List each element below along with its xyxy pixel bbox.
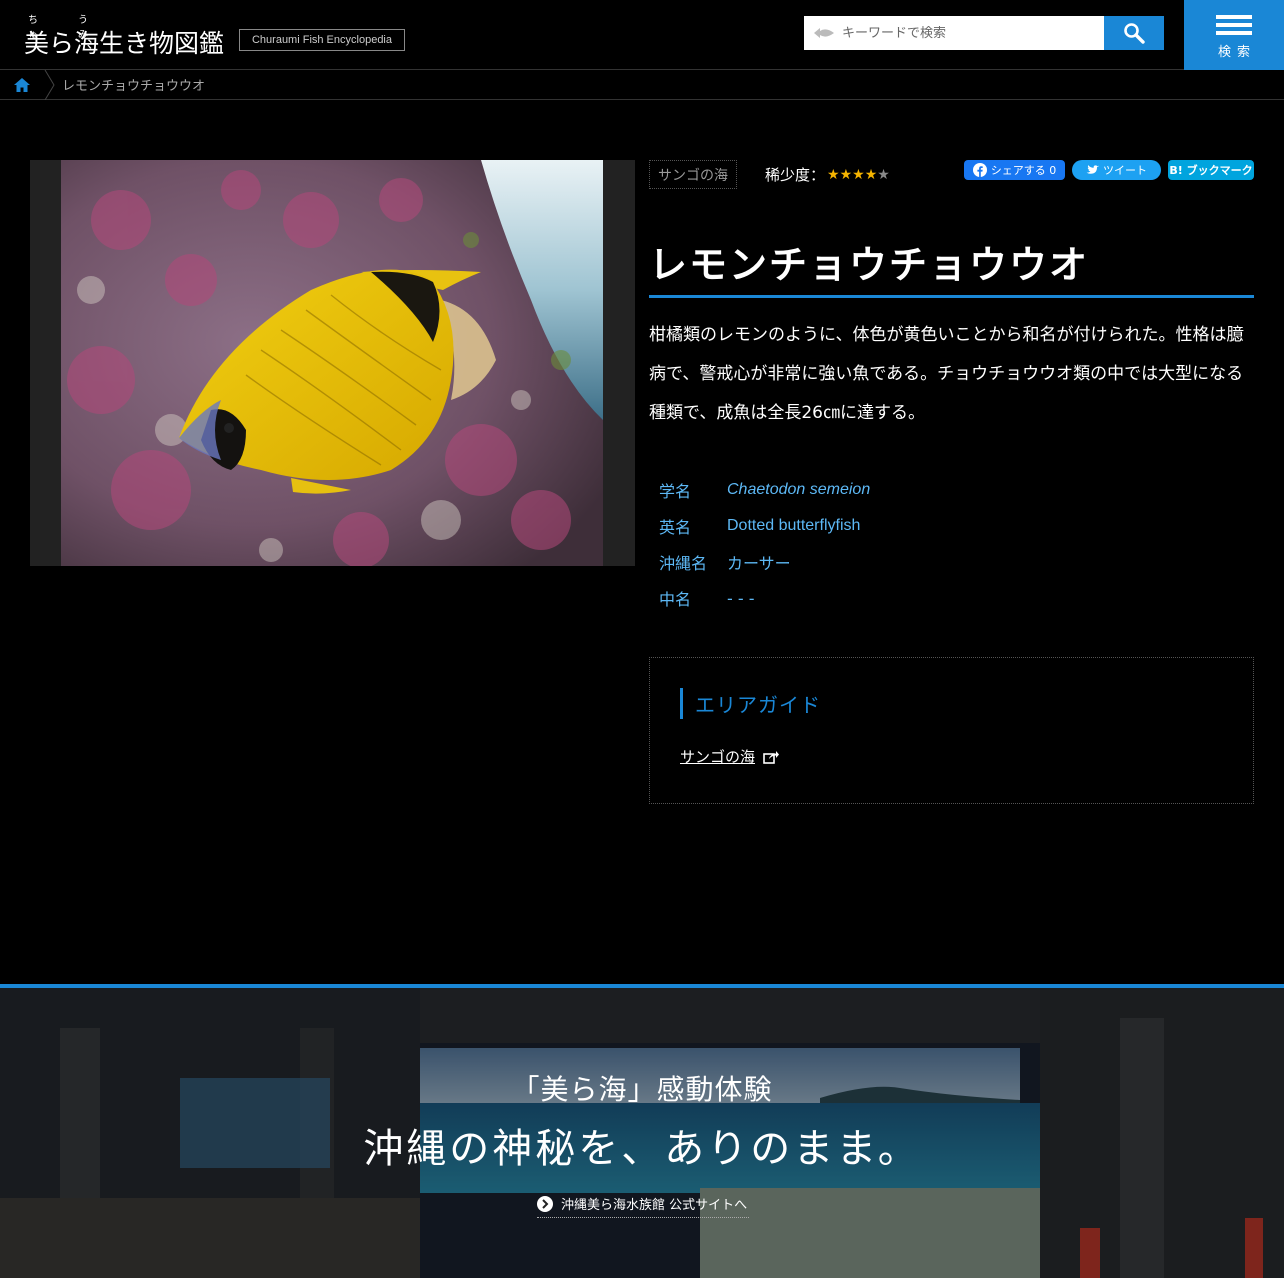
facebook-share-button[interactable]: シェアする 0 (964, 160, 1065, 180)
logo-title: 美ら海生き物図鑑 (24, 29, 225, 58)
twitter-bird-icon (1086, 164, 1099, 174)
area-guide-title: エリアガイド (680, 688, 821, 719)
area-guide: エリアガイド サンゴの海 (649, 657, 1254, 804)
area-guide-link[interactable]: サンゴの海 (680, 746, 780, 767)
name-row-scientific: 学名 Chaetodon semeion (659, 472, 870, 508)
name-label: 英名 (659, 518, 692, 537)
site-header: ちゅ うみ 美ら海生き物図鑑 Churaumi Fish Encyclopedi… (0, 0, 1284, 70)
rarity-stars: ★★★★★ (827, 167, 890, 183)
star-filled-icon: ★ (852, 166, 865, 183)
home-icon (14, 77, 30, 92)
breadcrumb-home[interactable] (0, 70, 44, 100)
search-icon (1124, 23, 1145, 44)
rarity-rating: 稀少度： ★★★★★ (765, 160, 890, 189)
habitat-tag[interactable]: サンゴの海 (649, 160, 737, 189)
english-name: Dotted butterflyfish (727, 517, 861, 534)
breadcrumb-current: レモンチョウチョウウオ (62, 79, 206, 94)
species-photo-frame (30, 160, 635, 566)
species-title: レモンチョウチョウウオ (649, 234, 1254, 298)
external-link-icon (763, 750, 780, 764)
breadcrumb: レモンチョウチョウウオ (0, 69, 1284, 100)
hamburger-icon (1216, 11, 1252, 39)
species-photo (61, 160, 603, 566)
tweet-button[interactable]: ツイート (1072, 160, 1161, 180)
scientific-name: Chaetodon semeion (727, 481, 871, 498)
chinese-name: - - - (727, 588, 755, 608)
menu-button[interactable]: 検索 (1184, 0, 1284, 70)
aquarium-banner: 「美ら海」感動体験 沖縄の神秘を、ありのまま。 沖縄美ら海水族館 公式サイトへ (0, 984, 1284, 1278)
search-input[interactable] (842, 25, 1092, 41)
name-row-english: 英名 Dotted butterflyfish (659, 508, 870, 544)
okinawan-name: カーサー (727, 554, 791, 573)
official-site-link[interactable]: 沖縄美ら海水族館 公式サイトへ (537, 1190, 750, 1218)
tweet-label: ツイート (1103, 164, 1147, 177)
search-form (804, 16, 1164, 50)
rarity-label: 稀少度： (765, 166, 826, 184)
official-site-link-label: 沖縄美ら海水族館 公式サイトへ (561, 1198, 748, 1213)
logo-subtitle: Churaumi Fish Encyclopedia (239, 29, 405, 51)
search-button[interactable] (1104, 16, 1164, 50)
fish-icon (814, 28, 834, 38)
name-label: 学名 (659, 482, 692, 501)
star-filled-icon: ★ (864, 166, 878, 183)
breadcrumb-separator-icon (44, 69, 55, 100)
name-row-okinawan: 沖縄名 カーサー (659, 544, 870, 580)
star-empty-icon: ★ (877, 166, 890, 183)
search-box (804, 16, 1104, 50)
species-description: 柑橘類のレモンのように、体色が黄色いことから和名が付けられた。性格は臆病で、警戒… (649, 325, 1244, 423)
star-filled-icon: ★ (839, 166, 853, 183)
banner-subheading: 「美ら海」感動体験 (511, 1073, 773, 1106)
name-label: 中名 (659, 590, 692, 609)
species-names: 学名 Chaetodon semeion 英名 Dotted butterfly… (659, 472, 870, 616)
chevron-right-icon (537, 1195, 553, 1212)
facebook-icon (972, 163, 987, 177)
banner-heading: 沖縄の神秘を、ありのまま。 (363, 1126, 921, 1172)
facebook-share-label: シェアする 0 (990, 164, 1057, 177)
star-filled-icon: ★ (827, 166, 840, 183)
menu-button-label: 検索 (1217, 44, 1256, 60)
name-row-chinese: 中名 - - - (659, 580, 870, 616)
hatena-bookmark-button[interactable]: B! ブックマーク (1168, 160, 1254, 180)
area-guide-link-label: サンゴの海 (680, 748, 756, 766)
name-label: 沖縄名 (659, 554, 708, 573)
